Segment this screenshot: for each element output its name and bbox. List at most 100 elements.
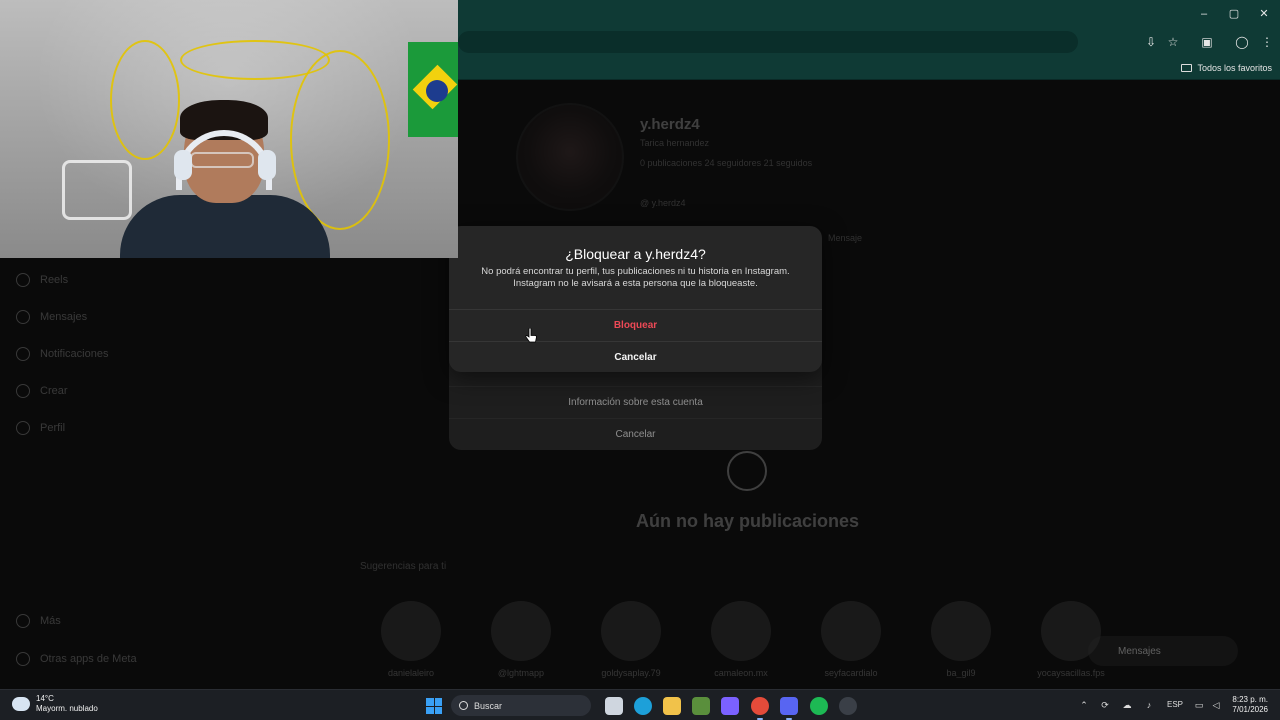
suggestion-name[interactable]: @lghtmapp: [476, 668, 566, 678]
microphone-icon[interactable]: ♪: [1143, 699, 1155, 711]
reels-icon: [16, 273, 30, 287]
headphone-ear: [258, 150, 276, 180]
task-view-icon[interactable]: [605, 697, 623, 715]
dialog-description-line: Instagram no le avisará a esta persona q…: [513, 278, 758, 289]
tray-overflow-icon[interactable]: ⌃: [1078, 699, 1090, 711]
block-button[interactable]: Bloquear: [449, 309, 822, 341]
minecraft-icon[interactable]: [692, 697, 710, 715]
messages-floating-button[interactable]: Mensajes: [1088, 636, 1238, 666]
profile-avatar[interactable]: [516, 103, 624, 211]
meta-icon: [16, 652, 30, 666]
profile-fullname: Tarica hernandez: [640, 138, 710, 148]
file-explorer-icon[interactable]: [663, 697, 681, 715]
hamburger-icon: [16, 614, 30, 628]
windows-taskbar: 14°C Mayorm. nublado Buscar ⌃ ⟳ ☁ ♪ ESP …: [0, 689, 1280, 720]
suggestion-name[interactable]: camaleon.mx: [696, 668, 786, 678]
suggestion-avatar[interactable]: [821, 601, 881, 661]
suggestion-name[interactable]: danielaleiro: [366, 668, 456, 678]
camera-icon: [727, 451, 767, 491]
sidebar-label: Crear: [40, 385, 68, 397]
sidebar-item-profile[interactable]: Perfil: [16, 421, 65, 435]
taskbar-clock[interactable]: 8:23 p. m. 7/01/2026: [1232, 695, 1268, 715]
sidebar-item-more[interactable]: Más: [16, 614, 61, 628]
weather-widget[interactable]: 14°C Mayorm. nublado: [12, 694, 98, 714]
gold-scribble: [110, 40, 180, 160]
message-button[interactable]: Mensaje: [828, 233, 862, 243]
spotify-icon[interactable]: [810, 697, 828, 715]
sidebar-label: Perfil: [40, 422, 66, 434]
suggestion-name[interactable]: goldysaplay.79: [586, 668, 676, 678]
copilot-icon[interactable]: [721, 697, 739, 715]
bookmarks-folder-label: Todos los favoritos: [1197, 63, 1272, 73]
headphone-ear: [174, 150, 192, 180]
flag-circle: [426, 80, 448, 102]
maximize-button[interactable]: ▢: [1226, 6, 1242, 22]
close-window-button[interactable]: ✕: [1256, 6, 1272, 22]
suggestion-avatar[interactable]: [381, 601, 441, 661]
dialog-description: No podrá encontrar tu perfil, tus public…: [469, 266, 802, 290]
about-account-option[interactable]: Información sobre esta cuenta: [449, 386, 822, 418]
tab-search-icon[interactable]: ▣: [1199, 34, 1215, 50]
language-indicator[interactable]: ESP: [1165, 699, 1185, 711]
options-sheet: Restringir Información sobre esta cuenta…: [449, 360, 822, 450]
onedrive-icon[interactable]: ☁: [1121, 699, 1133, 711]
plus-icon: [16, 384, 30, 398]
search-icon: [459, 701, 468, 710]
block-user-dialog: ¿Bloquear a y.herdz4? No podrá encontrar…: [449, 226, 822, 372]
sync-icon[interactable]: ⟳: [1099, 699, 1111, 711]
obs-icon[interactable]: [839, 697, 857, 715]
empty-posts-title: Aún no hay publicaciones: [635, 511, 860, 531]
sheet-cancel-option[interactable]: Cancelar: [449, 418, 822, 450]
folder-icon: [1181, 64, 1193, 72]
webcam-chair: [62, 160, 132, 220]
sidebar-item-create[interactable]: Crear: [16, 384, 68, 398]
volume-icon[interactable]: ◁: [1210, 699, 1222, 711]
bookmark-star-icon[interactable]: ☆: [1165, 34, 1181, 50]
profile-icon[interactable]: ◯: [1234, 34, 1250, 50]
cloud-icon: [12, 697, 30, 711]
sidebar-label: Notificaciones: [40, 348, 109, 360]
profile-username: y.herdz4: [640, 116, 700, 133]
messenger-icon: [16, 310, 30, 324]
suggestion-avatar[interactable]: [711, 601, 771, 661]
address-bar[interactable]: [458, 31, 1078, 53]
sidebar-item-reels[interactable]: Reels: [16, 273, 68, 287]
dialog-title: ¿Bloquear a y.herdz4?: [565, 246, 706, 262]
screen: – ▢ ✕ ⇩ ☆ ▣ ◯ ⋮ Todos los favoritos Reel…: [0, 0, 1280, 720]
search-label: Buscar: [474, 700, 503, 711]
weather-temp: 14°C: [36, 694, 54, 703]
taskbar-search[interactable]: Buscar: [451, 695, 591, 716]
clock-time: 8:23 p. m.: [1232, 695, 1268, 704]
sidebar-label: Otras apps de Meta: [40, 653, 137, 665]
hand-cursor-icon: [525, 328, 537, 343]
minimize-button[interactable]: –: [1196, 6, 1212, 22]
heart-icon: [16, 347, 30, 361]
sidebar-label: Mensajes: [40, 311, 88, 323]
sidebar-item-messages[interactable]: Mensajes: [16, 310, 87, 324]
discord-icon[interactable]: [780, 697, 798, 720]
profile-handle: @ y.herdz4: [640, 198, 686, 208]
install-app-icon[interactable]: ⇩: [1143, 34, 1159, 50]
windows-start-icon[interactable]: [426, 698, 442, 714]
sidebar-label: Más: [40, 615, 61, 627]
suggestion-avatar[interactable]: [931, 601, 991, 661]
suggestion-name[interactable]: yocaysacillas.fps: [1026, 668, 1116, 678]
suggestion-name[interactable]: seyfacardialo: [806, 668, 896, 678]
network-icon[interactable]: ▭: [1193, 699, 1205, 711]
profile-stats: 0 publicaciones 24 seguidores 21 seguido…: [640, 158, 813, 168]
all-bookmarks-folder[interactable]: Todos los favoritos: [1181, 60, 1272, 76]
gold-scribble: [180, 40, 330, 80]
cancel-button[interactable]: Cancelar: [449, 341, 822, 372]
edge-icon[interactable]: [634, 697, 652, 715]
dialog-description-line: No podrá encontrar tu perfil, tus public…: [481, 266, 790, 277]
browser-menu-icon[interactable]: ⋮: [1259, 34, 1275, 50]
suggestion-avatar[interactable]: [601, 601, 661, 661]
sidebar-item-meta[interactable]: Otras apps de Meta: [16, 652, 137, 666]
suggestion-avatar[interactable]: [491, 601, 551, 661]
sidebar-item-notifications[interactable]: Notificaciones: [16, 347, 108, 361]
chrome-icon[interactable]: [751, 697, 769, 720]
avatar-icon: [16, 421, 30, 435]
sidebar-label: Reels: [40, 274, 69, 286]
suggestion-name[interactable]: ba_gil9: [916, 668, 1006, 678]
clock-date: 7/01/2026: [1232, 705, 1268, 714]
